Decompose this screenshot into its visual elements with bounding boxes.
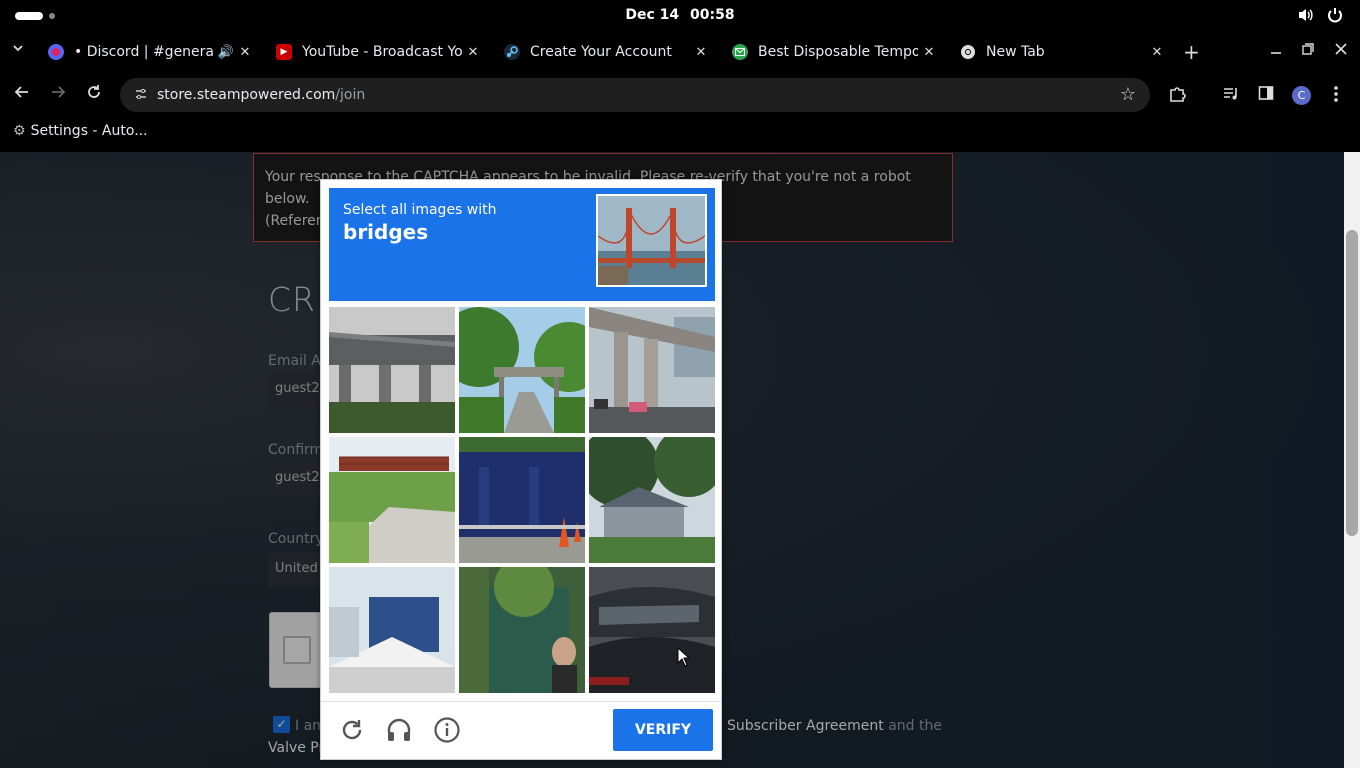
tab-title: • Discord | #general (74, 44, 214, 60)
close-tab-icon[interactable]: ✕ (234, 45, 256, 60)
more-menu-icon[interactable] (1333, 85, 1339, 107)
site-info-icon[interactable] (134, 87, 148, 105)
extensions-puzzle-icon[interactable] (1168, 85, 1186, 107)
close-tab-icon[interactable]: ✕ (918, 45, 940, 60)
close-window-icon[interactable] (1335, 41, 1347, 59)
close-tab-icon[interactable]: ✕ (1146, 45, 1168, 60)
challenge-prompt: Select all images with (343, 202, 497, 218)
challenge-tile-9[interactable] (589, 567, 715, 693)
restore-icon[interactable] (1302, 41, 1314, 59)
discord-icon (48, 44, 64, 60)
challenge-image-grid (329, 307, 715, 693)
clock-date: Dec 14 (625, 7, 680, 23)
recaptcha-challenge-popup: Select all images with bridges VERIFY (320, 179, 722, 760)
audio-playing-icon[interactable]: 🔊 (218, 45, 234, 60)
tab-discord[interactable]: • Discord | #general 🔊 ✕ (34, 36, 260, 68)
help-info-icon[interactable] (433, 716, 461, 744)
url-host: store.steampowered.com (157, 87, 336, 103)
close-tab-icon[interactable]: ✕ (462, 45, 484, 60)
side-panel-icon[interactable] (1258, 85, 1274, 105)
challenge-tile-1[interactable] (329, 307, 455, 433)
tab-steam[interactable]: Create Your Account ✕ (490, 36, 716, 68)
tab-strip: • Discord | #general 🔊 ✕ ▶ YouTube - Bro… (0, 32, 1360, 72)
back-arrow-icon[interactable] (14, 84, 30, 105)
volume-icon[interactable] (1297, 6, 1315, 28)
media-controls-icon[interactable] (1222, 85, 1240, 107)
url-path: /join (335, 87, 366, 103)
steam-icon (504, 44, 520, 60)
scrollbar-thumb[interactable] (1346, 230, 1358, 536)
challenge-tile-4[interactable] (329, 437, 455, 563)
tab-new-tab[interactable]: New Tab ✕ (946, 36, 1172, 68)
bookmark-settings-auto[interactable]: ⚙ Settings - Auto... (13, 123, 148, 139)
challenge-tile-5[interactable] (459, 437, 585, 563)
forward-arrow-icon[interactable] (50, 84, 66, 105)
challenge-header: Select all images with bridges (329, 188, 715, 301)
bookmarks-bar: ⚙ Settings - Auto... (0, 118, 1360, 152)
address-bar[interactable]: store.steampowered.com/join ☆ (120, 78, 1150, 112)
profile-avatar[interactable]: C (1292, 86, 1311, 105)
mouse-pointer-icon (677, 646, 691, 671)
tempmail-icon (732, 44, 748, 60)
url-text[interactable]: store.steampowered.com/join (157, 87, 365, 103)
system-top-bar: Dec 14 00:58 (0, 0, 1360, 32)
challenge-tile-8[interactable] (459, 567, 585, 693)
minimize-icon[interactable] (1270, 41, 1282, 59)
challenge-target-word: bridges (343, 220, 429, 244)
bookmark-label: Settings - Auto... (30, 123, 148, 139)
gear-icon: ⚙ (13, 123, 26, 139)
challenge-divider (321, 701, 721, 702)
sample-bridge-image (596, 194, 707, 287)
web-page: Your response to the CAPTCHA appears to … (0, 152, 1360, 768)
new-tab-plus-icon[interactable]: + (1183, 40, 1200, 64)
challenge-tile-3[interactable] (589, 307, 715, 433)
clock[interactable]: Dec 14 00:58 (0, 7, 1360, 23)
chrome-icon (960, 44, 976, 60)
tab-youtube[interactable]: ▶ YouTube - Broadcast Yourself ✕ (262, 36, 488, 68)
clock-time: 00:58 (690, 7, 735, 23)
bookmark-star-icon[interactable]: ☆ (1120, 84, 1136, 105)
reload-icon[interactable] (86, 84, 102, 105)
page-scrollbar[interactable] (1344, 152, 1360, 768)
youtube-icon: ▶ (276, 44, 292, 60)
power-icon[interactable] (1326, 6, 1344, 28)
challenge-tile-2[interactable] (459, 307, 585, 433)
tab-title: YouTube - Broadcast Yourself (302, 44, 462, 60)
tab-title: Create Your Account (530, 44, 672, 60)
reload-challenge-icon[interactable] (338, 716, 366, 744)
tab-search-chevron-icon[interactable] (12, 42, 24, 57)
tab-title: New Tab (986, 44, 1045, 60)
navigation-toolbar: store.steampowered.com/join ☆ C (0, 72, 1360, 118)
tab-title: Best Disposable Temporary (758, 44, 918, 60)
verify-button[interactable]: VERIFY (613, 709, 713, 751)
audio-challenge-headphones-icon[interactable] (385, 716, 413, 744)
close-tab-icon[interactable]: ✕ (690, 45, 712, 60)
challenge-tile-7[interactable] (329, 567, 455, 693)
tab-tempmail[interactable]: Best Disposable Temporary ✕ (718, 36, 944, 68)
challenge-tile-6[interactable] (589, 437, 715, 563)
